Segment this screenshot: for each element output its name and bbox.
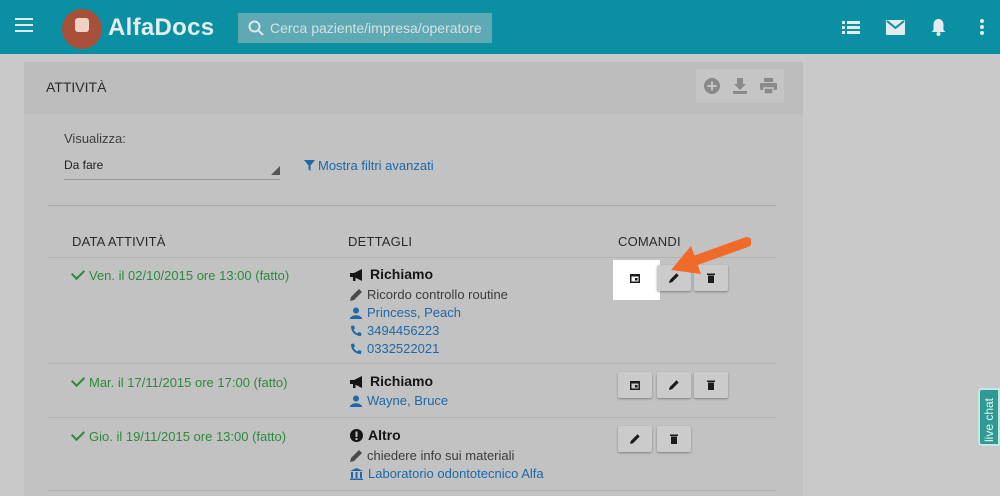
column-header-details: DETTAGLI — [348, 234, 413, 249]
patient-name: Princess, Peach — [367, 305, 461, 320]
patient-name: Wayne, Bruce — [367, 393, 449, 408]
list-icon[interactable] — [842, 21, 860, 34]
lab-link[interactable]: Laboratorio odontotecnico Alfa — [350, 466, 544, 481]
user-icon — [350, 307, 362, 319]
panel-header: ATTIVITÀ — [24, 62, 803, 114]
add-circle-icon[interactable] — [704, 78, 720, 94]
row-divider — [48, 363, 776, 364]
phone-icon — [351, 343, 362, 354]
search-input[interactable] — [270, 13, 488, 43]
activity-date-text: Mar. il 17/11/2015 ore 17:00 (fatto) — [89, 375, 288, 390]
activity-date: Mar. il 17/11/2015 ore 17:00 (fatto) — [70, 372, 288, 390]
activity-note: Ricordo controllo routine — [350, 287, 508, 302]
phone-link[interactable]: 0332522021 — [350, 341, 439, 356]
content-area: ATTIVITÀ Visualizza: Da fare Mostra filt… — [0, 54, 1000, 496]
check-icon — [70, 372, 86, 388]
check-icon — [70, 426, 86, 442]
activity-note: chiedere info sui materiali — [350, 448, 514, 463]
search-icon — [248, 20, 264, 36]
activity-date-text: Gio. il 19/11/2015 ore 13:00 (fatto) — [89, 429, 287, 444]
activities-panel: ATTIVITÀ Visualizza: Da fare Mostra filt… — [24, 62, 803, 496]
megaphone-icon — [350, 269, 362, 281]
logo[interactable] — [62, 9, 102, 49]
lab-name: Laboratorio odontotecnico Alfa — [368, 466, 544, 481]
row-divider — [48, 257, 776, 258]
bank-icon — [350, 468, 363, 480]
row-divider — [48, 417, 776, 418]
chevron-down-icon — [271, 166, 280, 175]
pencil-icon — [350, 289, 362, 301]
menu-icon[interactable] — [15, 18, 33, 32]
activity-date: Gio. il 19/11/2015 ore 13:00 (fatto) — [70, 426, 287, 444]
filter-label: Visualizza: — [64, 131, 126, 146]
download-icon[interactable] — [732, 78, 748, 94]
arrow-icon — [671, 237, 751, 274]
view-select[interactable]: Da fare — [64, 156, 280, 180]
edit-icon — [669, 380, 679, 390]
phone-icon — [351, 325, 362, 336]
activity-note-text: Ricordo controllo routine — [367, 287, 508, 302]
delete-icon — [707, 380, 715, 390]
activity-type-label: Richiamo — [370, 266, 434, 282]
check-icon — [70, 265, 86, 281]
search-box[interactable] — [238, 13, 492, 43]
calendar-icon — [630, 274, 640, 283]
patient-link[interactable]: Wayne, Bruce — [350, 393, 448, 408]
divider — [48, 205, 776, 206]
delete-button[interactable] — [694, 372, 728, 398]
edit-icon — [630, 434, 640, 444]
activity-type: Altro — [350, 427, 401, 443]
phone-link[interactable]: 3494456223 — [350, 323, 439, 338]
phone-number: 0332522021 — [367, 341, 440, 356]
more-vert-icon[interactable] — [980, 19, 984, 35]
patient-link[interactable]: Princess, Peach — [350, 305, 461, 320]
brand-name[interactable]: AlfaDocs — [108, 14, 214, 42]
live-chat-label: live chat — [982, 397, 996, 442]
activity-type-label: Altro — [368, 427, 401, 443]
row-divider — [48, 490, 776, 491]
activity-type: Richiamo — [350, 266, 433, 282]
edit-button[interactable] — [618, 426, 652, 452]
phone-number: 3494456223 — [367, 323, 440, 338]
mail-icon[interactable] — [886, 20, 905, 35]
top-app-bar: AlfaDocs — [0, 0, 1000, 54]
column-header-date: DATA ATTIVITÀ — [72, 234, 166, 249]
schedule-button[interactable] — [618, 265, 652, 291]
advanced-filters-label: Mostra filtri avanzati — [318, 158, 434, 173]
delete-icon — [670, 434, 678, 444]
activity-date-text: Ven. il 02/10/2015 ore 13:00 (fatto) — [89, 268, 290, 283]
schedule-button[interactable] — [618, 372, 652, 398]
live-chat-tab[interactable]: live chat — [978, 388, 1000, 446]
megaphone-icon — [350, 376, 362, 388]
user-icon — [350, 395, 362, 407]
edit-button[interactable] — [657, 372, 691, 398]
activity-type: Richiamo — [350, 373, 433, 389]
bell-icon[interactable] — [931, 18, 946, 36]
filter-icon — [304, 160, 315, 171]
exclamation-icon — [350, 429, 363, 442]
calendar-icon — [630, 381, 640, 390]
panel-title: ATTIVITÀ — [46, 79, 107, 95]
advanced-filters-link[interactable]: Mostra filtri avanzati — [304, 158, 434, 173]
activity-date: Ven. il 02/10/2015 ore 13:00 (fatto) — [70, 265, 290, 283]
delete-button[interactable] — [657, 426, 691, 452]
activity-type-label: Richiamo — [370, 373, 434, 389]
activity-note-text: chiedere info sui materiali — [367, 448, 515, 463]
print-icon[interactable] — [760, 78, 777, 94]
view-select-value: Da fare — [64, 158, 104, 172]
pencil-icon — [350, 450, 362, 462]
header-tools — [696, 69, 784, 103]
